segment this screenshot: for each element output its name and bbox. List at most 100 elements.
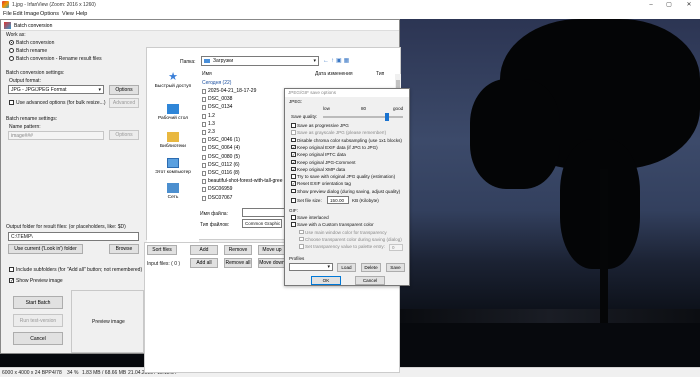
mode-label: Batch conversion xyxy=(16,40,55,46)
gif-option-label: Save interlaced xyxy=(297,215,329,220)
add-button[interactable]: Add xyxy=(190,245,218,255)
preview-label: Preview image xyxy=(92,319,125,325)
jpeg-option-label: Show preview dialog (during saving, adju… xyxy=(297,188,401,194)
advanced-button[interactable]: Advanced xyxy=(109,98,139,108)
browse-button[interactable]: Browse xyxy=(109,244,139,254)
menu-file[interactable]: File xyxy=(3,11,12,17)
column-type[interactable]: Тип xyxy=(376,71,384,77)
column-name[interactable]: Имя xyxy=(202,71,212,77)
set-file-size-label: Set file size: xyxy=(297,198,322,203)
file-icon xyxy=(202,105,206,111)
minimize-icon[interactable]: – xyxy=(644,0,658,10)
file-icon xyxy=(202,89,206,94)
folder-select[interactable]: Загрузки ▾ xyxy=(201,56,319,66)
jpeg-option-checkbox[interactable] xyxy=(291,137,296,143)
gif-option-checkbox[interactable] xyxy=(291,215,296,220)
output-folder-input[interactable]: C:\TEMP\ xyxy=(8,232,139,241)
dialog-title: Batch conversion xyxy=(14,23,53,29)
profiles-select[interactable]: ▾ xyxy=(289,263,333,271)
rename-options-button[interactable]: Options xyxy=(109,130,139,140)
column-date[interactable]: Дата изменения xyxy=(315,71,353,77)
jpeg-option-label: Keep original JPG-Comment xyxy=(297,159,356,165)
mode-conversion-rename-radio[interactable] xyxy=(9,56,14,61)
add-all-button[interactable]: Add all xyxy=(190,258,218,268)
show-preview-label: Show Preview image xyxy=(16,278,63,284)
run-test-button[interactable]: Run test-version xyxy=(13,314,63,327)
jpeg-option-label: Reset EXIF orientation tag xyxy=(297,181,351,187)
menu-image[interactable]: Image xyxy=(24,11,39,17)
sort-files-button[interactable]: Sort files xyxy=(147,245,177,255)
mode-batch-rename-radio[interactable] xyxy=(9,48,14,53)
jpeg-option-checkbox[interactable]: ✓ xyxy=(291,144,296,150)
jpeg-cancel-button[interactable]: Cancel xyxy=(355,276,385,285)
cancel-button[interactable]: Cancel xyxy=(13,332,63,345)
quality-low-label: low xyxy=(323,106,330,111)
menu-view[interactable]: View xyxy=(62,11,74,17)
input-files-list[interactable] xyxy=(145,271,399,372)
start-batch-button[interactable]: Start Batch xyxy=(13,296,63,309)
gif-option-checkbox[interactable] xyxy=(299,229,304,235)
work-as-label: Work as: xyxy=(6,32,26,38)
maximize-icon[interactable]: ▢ xyxy=(662,0,676,10)
output-options-button[interactable]: Options xyxy=(109,85,139,95)
place-network[interactable]: Сеть xyxy=(149,183,197,200)
profile-delete-button[interactable]: Delete xyxy=(361,263,381,272)
gif-option-checkbox[interactable] xyxy=(299,244,304,249)
use-current-folder-button[interactable]: Use current ('Look in') folder xyxy=(8,244,83,254)
show-preview-checkbox[interactable]: ✓ xyxy=(9,278,14,284)
jpeg-option-checkbox[interactable]: ✓ xyxy=(291,181,296,186)
file-name: DSC_0080 (5) xyxy=(208,153,240,160)
file-name: DSC07067 xyxy=(208,194,233,201)
gif-option-checkbox[interactable] xyxy=(291,222,296,227)
profile-save-button[interactable]: Save xyxy=(386,263,405,272)
menu-options[interactable]: Options xyxy=(40,11,59,17)
include-subfolders-checkbox[interactable] xyxy=(9,267,14,272)
place-desktop[interactable]: Рабочий стол xyxy=(149,104,197,121)
place-libraries[interactable]: Библиотеки xyxy=(149,132,197,149)
library-icon xyxy=(167,132,179,142)
file-name: 1.3 xyxy=(208,120,215,127)
jpeg-option-checkbox[interactable]: ✓ xyxy=(291,152,296,157)
place-quick-access[interactable]: ★ Быстрый доступ xyxy=(149,72,197,90)
preview-panel: Preview image xyxy=(71,290,144,353)
menu-help[interactable]: Help xyxy=(76,11,87,17)
jpeg-option-checkbox[interactable]: ✓ xyxy=(291,159,296,164)
places-bar: ★ Быстрый доступ Рабочий стол Библиотеки… xyxy=(147,68,199,261)
mode-batch-conversion-radio[interactable] xyxy=(9,40,14,45)
download-folder-icon xyxy=(204,59,210,63)
move-down-button[interactable]: Move down xyxy=(258,258,286,268)
quality-slider-thumb[interactable] xyxy=(385,113,389,121)
close-icon[interactable]: ✕ xyxy=(682,0,696,10)
palette-entry-input[interactable]: 0 xyxy=(389,244,403,251)
foreground xyxy=(400,323,700,367)
navigation-icons[interactable]: ←↑▣▦ xyxy=(323,57,351,64)
output-format-select[interactable]: JPG - JPG/JPEG Format ▾ xyxy=(8,85,104,94)
advanced-options-checkbox[interactable] xyxy=(9,100,14,105)
file-size-input[interactable]: 150.00 xyxy=(327,196,349,204)
filetype-select[interactable]: Common Graphic Files xyxy=(242,219,282,228)
quality-slider-track[interactable] xyxy=(323,116,403,118)
file-name: DSC_0038 xyxy=(208,96,233,103)
jpeg-option-checkbox[interactable] xyxy=(291,174,296,179)
computer-icon xyxy=(167,158,179,168)
group-header: Сегодня (22) xyxy=(202,80,232,86)
name-pattern-input[interactable]: image### xyxy=(8,131,104,140)
move-up-button[interactable]: Move up xyxy=(258,245,286,255)
gif-option-label: Choose transparent color during saving (… xyxy=(305,236,402,242)
place-this-pc[interactable]: Этот компьютер xyxy=(149,158,197,175)
ok-button[interactable]: OK xyxy=(311,276,341,285)
jpeg-option-checkbox[interactable] xyxy=(291,123,296,128)
file-icon xyxy=(202,138,206,144)
gif-option-checkbox[interactable] xyxy=(299,236,304,242)
batch-icon xyxy=(4,22,11,29)
set-file-size-checkbox[interactable] xyxy=(291,198,296,203)
remove-button[interactable]: Remove xyxy=(224,245,252,255)
jpeg-option-checkbox[interactable] xyxy=(291,130,296,135)
file-name: 1.2 xyxy=(208,112,215,119)
profile-load-button[interactable]: Load xyxy=(337,263,356,272)
jpeg-option-checkbox[interactable]: ✓ xyxy=(291,166,296,172)
remove-all-button[interactable]: Remove all xyxy=(224,258,252,268)
tree-branch xyxy=(470,79,560,189)
jpeg-option-checkbox[interactable] xyxy=(291,188,296,194)
menu-edit[interactable]: Edit xyxy=(13,11,22,17)
